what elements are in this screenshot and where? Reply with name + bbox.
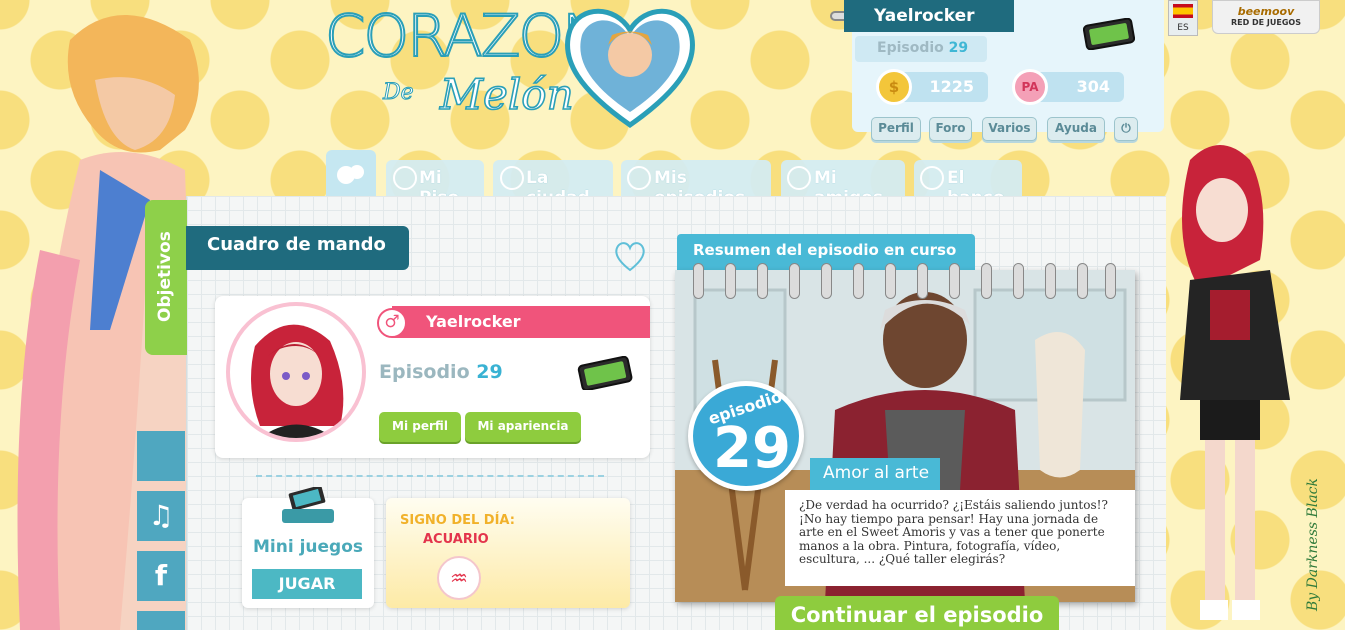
beemoov-brand: beemoov: [1237, 5, 1295, 18]
panel-username[interactable]: Yaelrocker: [844, 0, 1014, 32]
spiral-ring: [757, 263, 768, 299]
aquarius-icon: ♒: [437, 556, 481, 600]
facebook-icon[interactable]: f: [137, 551, 185, 601]
episode-title: Amor al arte: [810, 458, 940, 490]
play-icon: [627, 166, 651, 190]
panel-episode-label: Episodio: [877, 40, 944, 56]
divider: [256, 475, 604, 477]
instagram-icon[interactable]: [137, 611, 185, 630]
beemoov-network-link[interactable]: beemoov RED DE JUEGOS: [1212, 0, 1320, 34]
logo-heart-icon[interactable]: [560, 0, 700, 130]
avatar[interactable]: [226, 302, 366, 442]
objetivos-label: Objetivos: [155, 231, 175, 322]
phone-icon[interactable]: [1083, 18, 1135, 50]
menu-varios-button[interactable]: Varios: [982, 117, 1037, 141]
spiral-ring: [981, 263, 992, 299]
mi-apariencia-button[interactable]: Mi apariencia: [465, 412, 581, 442]
card-episode: Episodio 29: [379, 361, 503, 383]
game-console-icon: [282, 487, 334, 523]
sign-of-day-value: ACUARIO: [423, 532, 489, 547]
spiral-ring: [725, 263, 736, 299]
music-icon[interactable]: ♫: [137, 491, 185, 541]
spiral-ring: [693, 263, 704, 299]
objetivos-tab[interactable]: Objetivos: [145, 200, 187, 355]
spain-flag-icon: [1173, 4, 1193, 18]
logo-subtitle-de: De: [383, 80, 415, 106]
mi-perfil-button[interactable]: Mi perfil: [379, 412, 461, 442]
map-pin-icon: [500, 166, 524, 190]
coin-icon: $: [876, 69, 912, 105]
pa-icon: PA: [1012, 69, 1048, 105]
beemoov-tagline: RED DE JUEGOS: [1230, 18, 1301, 27]
sidebar-blank-button[interactable]: [137, 431, 185, 481]
panel-episode: Episodio 29: [855, 36, 987, 62]
episode-description: ¿De verdad ha ocurrido? ¿¡Estáis saliend…: [785, 490, 1135, 586]
play-mini-games-button[interactable]: JUGAR: [252, 569, 362, 599]
menu-ayuda-button[interactable]: Ayuda: [1047, 117, 1105, 141]
menu-perfil-button[interactable]: Perfil: [871, 117, 921, 141]
mini-games-title: Mini juegos: [252, 537, 364, 557]
card-episode-label: Episodio: [379, 361, 470, 383]
phone-icon-large[interactable]: [577, 356, 633, 390]
card-username: Yaelrocker: [392, 306, 650, 338]
spiral-ring: [1105, 263, 1116, 299]
spiral-ring: [853, 263, 864, 299]
spiral-ring: [917, 263, 928, 299]
house-icon: [393, 166, 417, 190]
dashboard-title: Cuadro de mando: [186, 226, 409, 270]
episode-number-badge: episodio 29: [688, 381, 804, 491]
gender-male-icon: ♂: [377, 308, 407, 338]
power-icon[interactable]: ⏻: [1114, 117, 1138, 141]
heart-outline-icon: [615, 242, 645, 272]
spiral-ring: [885, 263, 896, 299]
panel-episode-number: 29: [948, 40, 969, 56]
card-episode-number: 29: [476, 361, 503, 383]
menu-foro-button[interactable]: Foro: [929, 117, 972, 141]
spiral-ring: [821, 263, 832, 299]
home-bubbles-icon: [337, 165, 364, 184]
spiral-ring: [949, 263, 960, 299]
avatar-portrait: [251, 324, 344, 438]
sign-of-day-label: SIGNO DEL DÍA:: [400, 513, 515, 528]
spiral-ring: [1077, 263, 1088, 299]
bank-coin-icon: [920, 166, 944, 190]
continue-episode-button[interactable]: Continuar el episodio: [775, 596, 1059, 630]
tab-home[interactable]: [326, 150, 376, 196]
episode-badge-number: 29: [713, 416, 791, 481]
spiral-ring: [789, 263, 800, 299]
heart-icon: [787, 166, 811, 190]
logo-subtitle-melon: Melón: [439, 69, 574, 120]
spiral-ring: [1045, 263, 1056, 299]
artist-signature: By Darkness Black: [1305, 478, 1321, 612]
spiral-ring: [1013, 263, 1024, 299]
